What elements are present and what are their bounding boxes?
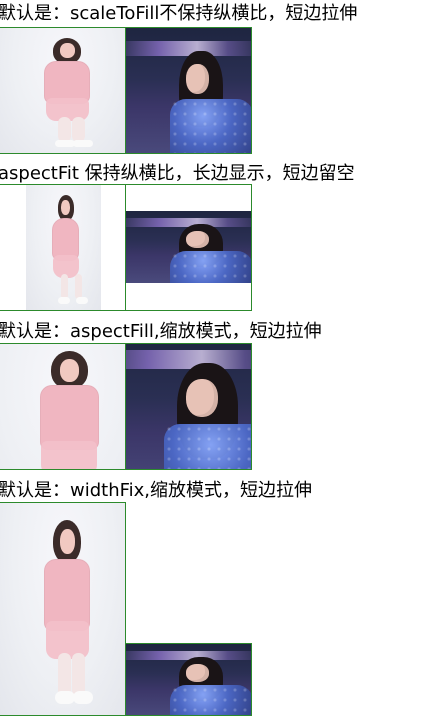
legs	[58, 652, 72, 696]
image-frame-aspectfit-left	[0, 184, 126, 311]
page: 默认是：scaleToFill不保持纵横比，短边拉伸 aspectFit 保持纵…	[0, 0, 445, 718]
top-pattern	[164, 423, 251, 469]
top-pattern	[170, 99, 251, 153]
girl-photo-aspectfit	[26, 185, 101, 310]
stage-photo-widthfix	[126, 644, 251, 715]
face	[185, 378, 218, 418]
shoes	[54, 139, 75, 148]
stage-photo-aspectfill	[126, 344, 251, 469]
face	[59, 358, 80, 382]
section-title-aspectfit: aspectFit 保持纵横比，长边显示，短边留空	[0, 163, 355, 184]
top-pattern	[170, 251, 251, 283]
image-frame-widthfix-left	[0, 502, 126, 716]
face	[185, 63, 209, 95]
image-frame-scaletofill-right	[125, 27, 252, 154]
face	[185, 231, 209, 249]
face	[185, 664, 209, 682]
face	[59, 528, 75, 555]
legs	[58, 116, 72, 143]
legs	[58, 469, 75, 470]
section-title-scaletofill: 默认是：scaleToFill不保持纵横比，短边拉伸	[0, 3, 358, 24]
image-frame-aspectfill-left	[0, 343, 126, 470]
girl-photo-aspectfill	[0, 344, 125, 470]
image-frame-scaletofill-left	[0, 27, 126, 154]
top-pattern	[170, 684, 251, 715]
section-title-aspectfill: 默认是：aspectFill,缩放模式，短边拉伸	[0, 321, 322, 342]
image-frame-aspectfill-right	[125, 343, 252, 470]
skirt	[41, 440, 98, 469]
girl-photo	[0, 28, 125, 153]
shoes	[58, 296, 71, 305]
stage-light-band	[126, 350, 251, 370]
legs	[60, 273, 68, 300]
girl-photo-widthfix	[0, 503, 125, 715]
image-frame-widthfix-right	[125, 643, 252, 716]
shoes	[54, 691, 75, 705]
stage-photo	[126, 28, 251, 153]
face	[59, 43, 75, 59]
image-frame-aspectfit-right	[125, 184, 252, 311]
stage-photo-aspectfit	[126, 211, 251, 283]
section-title-widthfix: 默认是：widthFix,缩放模式，短边拉伸	[0, 480, 313, 501]
